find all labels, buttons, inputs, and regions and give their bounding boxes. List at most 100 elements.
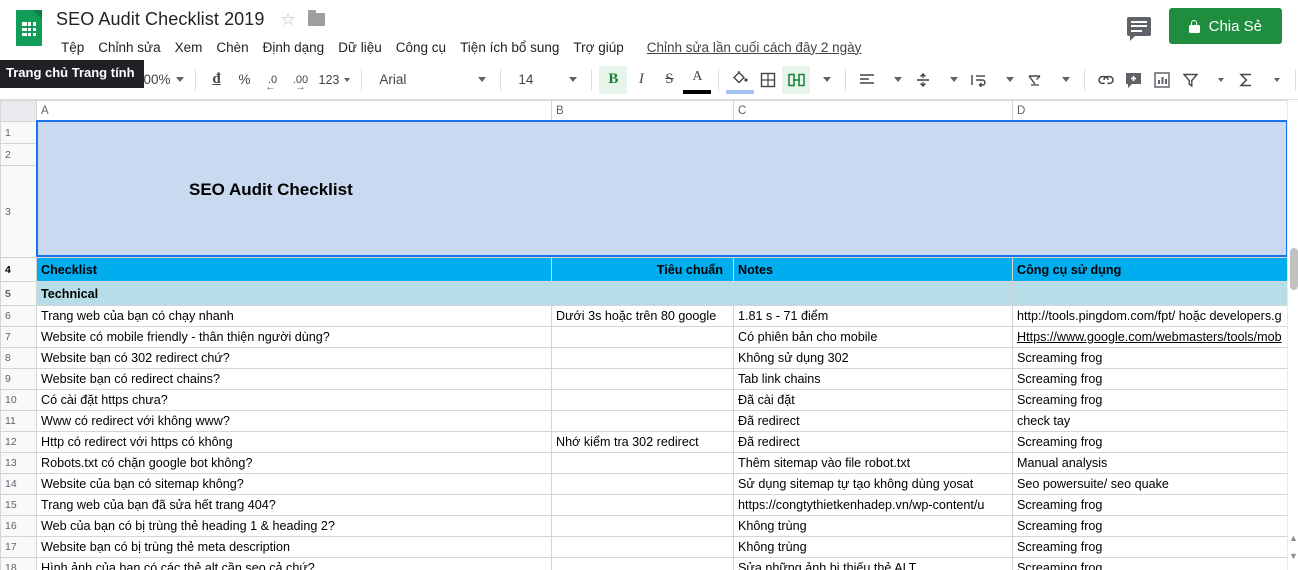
cell-tool[interactable]: Screaming frog [1012,536,1289,558]
cell-checklist[interactable]: Website bạn có bị trùng thẻ meta descrip… [36,536,552,558]
cell-notes[interactable]: Sửa những ảnh bị thiếu thẻ ALT [733,557,1013,570]
row-header-4[interactable]: 4 [0,257,37,282]
cell-tool[interactable]: check tay [1012,410,1289,432]
last-edit-link[interactable]: Chỉnh sửa lần cuối cách đây 2 ngày [647,40,862,55]
star-icon[interactable]: ☆ [281,11,296,28]
cell-checklist[interactable]: Hình ảnh của bạn có các thẻ alt cần seo … [36,557,552,570]
merge-cells-icon[interactable] [782,65,811,94]
strikethrough-button[interactable]: S [655,66,683,94]
row-header-18[interactable]: 18 [0,557,37,570]
cell-standard[interactable] [551,368,734,390]
menu-item-data[interactable]: Dữ liệu [331,38,389,57]
text-wrap-icon[interactable] [965,66,993,94]
percent-format-button[interactable]: % [231,66,259,94]
cell-standard[interactable] [551,326,734,348]
header-cell-checklist[interactable]: Checklist [36,257,552,282]
vertical-align-icon[interactable] [909,66,937,94]
cell-notes[interactable]: Đã cài đặt [733,389,1013,411]
section-cell-b[interactable] [551,281,734,306]
number-format-button[interactable]: 123 [315,66,355,94]
merged-title-cell[interactable]: SEO Audit Checklist [36,121,1289,258]
column-header-b[interactable]: B [551,100,734,122]
menu-item-file[interactable]: Tệp [54,38,91,57]
align-left-icon[interactable] [853,66,881,94]
cell-tool[interactable]: Screaming frog [1012,515,1289,537]
font-family-selector[interactable]: Arial [369,66,465,94]
column-header-a[interactable]: A [36,100,552,122]
link-icon[interactable] [1092,66,1120,94]
cell-notes[interactable]: Đã redirect [733,431,1013,453]
row-header-16[interactable]: 16 [0,515,37,537]
text-rotation-icon[interactable] [1021,66,1049,94]
font-family-caret[interactable] [465,66,493,94]
cell-checklist[interactable]: Website của bạn có sitemap không? [36,473,552,495]
cell-standard[interactable] [551,347,734,369]
chart-icon[interactable] [1148,66,1176,94]
cell-notes[interactable]: Không trùng [733,536,1013,558]
cell-standard[interactable] [551,389,734,411]
comments-icon[interactable] [1126,16,1151,41]
cell-notes[interactable]: Thêm sitemap vào file robot.txt [733,452,1013,474]
row-header-6[interactable]: 6 [0,305,37,327]
share-button[interactable]: Chia Sẻ [1168,8,1282,44]
cell-notes[interactable]: https://congtythietkenhadep.vn/wp-conten… [733,494,1013,516]
cell-checklist[interactable]: Có cài đặt https chưa? [36,389,552,411]
cell-tool[interactable]: Screaming frog [1012,494,1289,516]
cell-standard[interactable] [551,494,734,516]
cell-checklist[interactable]: Website bạn có 302 redirect chứ? [36,347,552,369]
scrollbar-thumb[interactable] [1289,248,1298,290]
header-cell-tools[interactable]: Công cụ sử dụng [1012,257,1289,282]
row-header-10[interactable]: 10 [0,389,37,411]
vertical-scrollbar[interactable]: ▲ ▼ [1287,100,1298,570]
column-header-d[interactable]: D [1012,100,1289,122]
merge-cells-caret[interactable] [810,66,838,94]
cell-tool[interactable]: Screaming frog [1012,557,1289,570]
cell-notes[interactable]: Đã redirect [733,410,1013,432]
cell-checklist[interactable]: Trang web của bạn có chạy nhanh [36,305,552,327]
section-cell-technical[interactable]: Technical [36,281,552,306]
italic-button[interactable]: I [627,66,655,94]
increase-decimal-button[interactable]: .00 → [287,66,315,94]
filter-caret[interactable] [1204,66,1232,94]
cell-checklist[interactable]: Website bạn có redirect chains? [36,368,552,390]
menu-item-insert[interactable]: Chèn [209,38,255,57]
borders-icon[interactable] [754,66,782,94]
cell-tool[interactable]: Seo powersuite/ seo quake [1012,473,1289,495]
header-cell-notes[interactable]: Notes [733,257,1013,282]
row-header-1[interactable]: 1 [0,121,37,144]
cell-standard[interactable] [551,473,734,495]
scroll-down-icon[interactable]: ▼ [1289,550,1298,562]
sigma-caret[interactable] [1260,66,1288,94]
google-sheets-logo-icon[interactable] [12,8,46,52]
cell-notes[interactable]: Không trùng [733,515,1013,537]
row-header-12[interactable]: 12 [0,431,37,453]
cell-tool[interactable]: Screaming frog [1012,368,1289,390]
font-size-caret[interactable] [556,66,584,94]
cell-tool[interactable]: Screaming frog [1012,347,1289,369]
row-header-14[interactable]: 14 [0,473,37,495]
row-header-5[interactable]: 5 [0,281,37,306]
row-header-17[interactable]: 17 [0,536,37,558]
header-cell-standard[interactable]: Tiêu chuẩn [551,257,734,282]
cell-checklist[interactable]: Www có redirect với không www? [36,410,552,432]
section-cell-c[interactable] [733,281,1013,306]
section-cell-d[interactable] [1012,281,1289,306]
cell-standard[interactable] [551,557,734,570]
row-header-9[interactable]: 9 [0,368,37,390]
vertical-align-caret[interactable] [937,66,965,94]
cell-tool[interactable]: Screaming frog [1012,389,1289,411]
cell-standard[interactable] [551,410,734,432]
cell-tool[interactable]: Manual analysis [1012,452,1289,474]
row-header-11[interactable]: 11 [0,410,37,432]
cell-tool[interactable]: http://tools.pingdom.com/fpt/ hoặc devel… [1012,305,1289,327]
text-rotation-caret[interactable] [1049,66,1077,94]
sigma-icon[interactable] [1232,66,1260,94]
cell-standard[interactable] [551,452,734,474]
cell-checklist[interactable]: Trang web của bạn đã sửa hết trang 404? [36,494,552,516]
cell-standard[interactable] [551,536,734,558]
cell-standard[interactable]: Dưới 3s hoặc trên 80 google [551,305,734,327]
menu-item-addons[interactable]: Tiện ích bổ sung [453,38,566,57]
row-header-13[interactable]: 13 [0,452,37,474]
cell-notes[interactable]: 1.81 s - 71 điểm [733,305,1013,327]
text-wrap-caret[interactable] [993,66,1021,94]
